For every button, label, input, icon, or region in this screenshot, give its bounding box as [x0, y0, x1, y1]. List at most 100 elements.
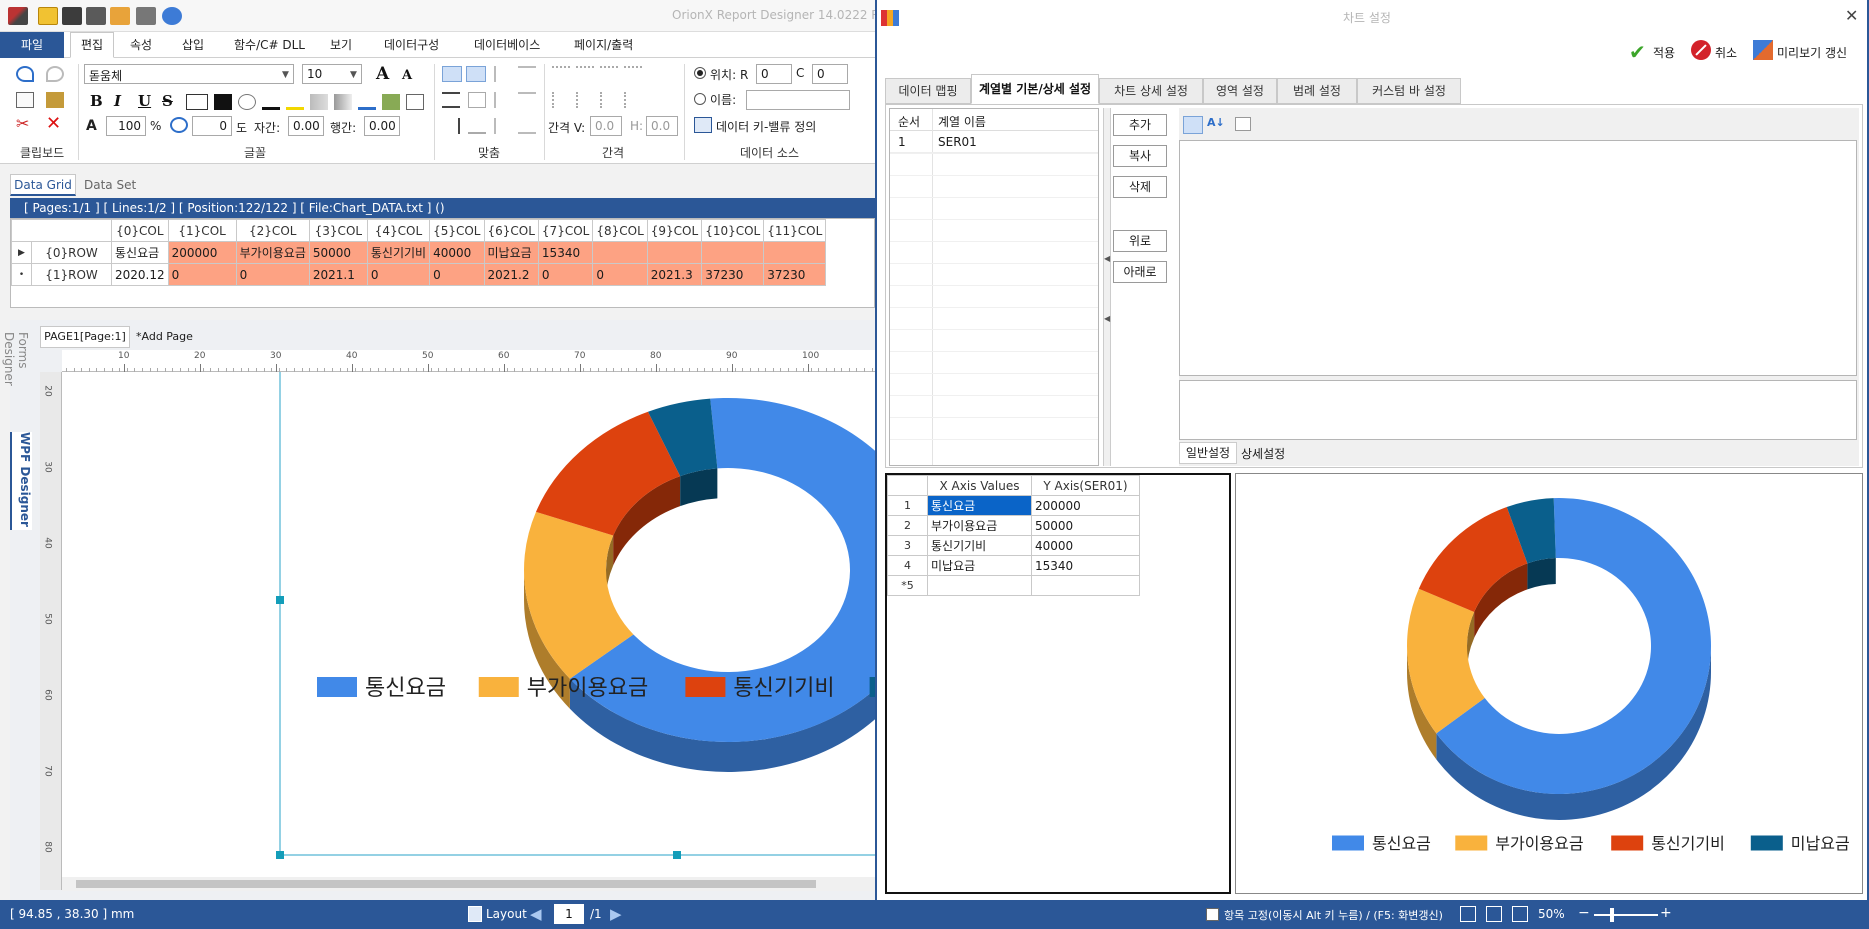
undo-icon[interactable]: [16, 66, 34, 82]
move-up-button[interactable]: 위로: [1113, 230, 1167, 252]
fit-page-icon[interactable]: [1460, 906, 1476, 922]
series-row[interactable]: 1 SER01: [890, 131, 1098, 153]
tab-legend-settings[interactable]: 범례 설정: [1277, 78, 1357, 104]
gap-h-input[interactable]: 0.0: [646, 116, 678, 136]
grid-cell[interactable]: 0: [235, 263, 310, 286]
page-input[interactable]: 1: [554, 904, 584, 924]
tab-detail[interactable]: 상세설정: [1241, 445, 1285, 462]
axis-row[interactable]: *5: [887, 575, 1140, 596]
column-header[interactable]: {8}COL: [592, 219, 648, 242]
splitter[interactable]: ◀ ◀: [1103, 108, 1111, 466]
grid-cell[interactable]: 37230: [701, 263, 765, 286]
grid-cell[interactable]: 2021.2: [483, 263, 539, 286]
align-left-icon[interactable]: [442, 66, 462, 82]
grid-cell[interactable]: 2021.1: [308, 263, 368, 286]
close-icon[interactable]: ✕: [1845, 6, 1858, 25]
x-value-cell[interactable]: 미납요금: [927, 555, 1032, 576]
column-header[interactable]: {6}COL: [483, 219, 539, 242]
sort-alpha-icon[interactable]: A↓: [1207, 116, 1225, 129]
y-value-cell[interactable]: [1031, 575, 1140, 596]
tab-view[interactable]: 보기: [330, 36, 352, 53]
spacing-icon[interactable]: [552, 92, 570, 108]
row-header[interactable]: {0}ROW: [31, 241, 112, 264]
zoom-slider[interactable]: [1594, 914, 1658, 916]
tab-edit[interactable]: 편집: [70, 32, 114, 58]
align-icon[interactable]: [494, 66, 512, 82]
copy-icon[interactable]: [16, 92, 34, 108]
paste-icon[interactable]: [46, 92, 64, 108]
property-grid[interactable]: [1179, 140, 1857, 376]
grid-cell[interactable]: 15340: [537, 241, 594, 264]
tab-data-mapping[interactable]: 데이터 맵핑: [885, 78, 971, 104]
tab-properties[interactable]: 속성: [130, 36, 152, 53]
tab-data-config[interactable]: 데이터구성: [384, 36, 439, 53]
y-value-cell[interactable]: 200000: [1031, 495, 1140, 516]
x-value-cell[interactable]: 부가이용요금: [927, 515, 1032, 536]
column-header[interactable]: {5}COL: [429, 219, 485, 242]
spacing-icon[interactable]: [576, 92, 594, 108]
refresh-icon[interactable]: [162, 7, 182, 25]
x-value-cell[interactable]: 통신기기비: [927, 535, 1032, 556]
open-folder-icon[interactable]: [38, 7, 58, 25]
outline-icon[interactable]: [238, 94, 256, 110]
grow-font-icon[interactable]: A: [376, 64, 389, 84]
italic-icon[interactable]: I: [114, 92, 121, 110]
grid-cell[interactable]: 통신요금: [111, 241, 169, 264]
highlight-icon[interactable]: [286, 94, 304, 110]
spacing-icon[interactable]: [600, 66, 618, 82]
save-all-icon[interactable]: [86, 7, 106, 25]
preview-refresh-button[interactable]: 미리보기 갱신: [1777, 44, 1847, 61]
copy-button[interactable]: 복사: [1113, 145, 1167, 167]
position-c-input[interactable]: 0: [812, 64, 848, 84]
tab-general[interactable]: 일반설정: [1179, 442, 1237, 464]
grid-cell[interactable]: 0: [537, 263, 594, 286]
fit-whole-icon[interactable]: [1512, 906, 1528, 922]
grid-cell[interactable]: 2021.3: [646, 263, 703, 286]
grid-cell[interactable]: 2020.12: [111, 263, 169, 286]
redo-icon[interactable]: [46, 66, 64, 82]
align-icon[interactable]: [518, 92, 536, 108]
grid-cell[interactable]: 0: [366, 263, 431, 286]
spacing-icon[interactable]: [600, 92, 618, 108]
grid-cell[interactable]: 0: [167, 263, 237, 286]
column-header[interactable]: {11}COL: [763, 219, 827, 242]
tab-page1[interactable]: PAGE1[Page:1]: [40, 326, 130, 348]
resize-handle[interactable]: [673, 851, 681, 859]
grid-cell[interactable]: 부가이용요금: [235, 241, 310, 264]
zoom-out-icon[interactable]: −: [1578, 905, 1590, 921]
column-header[interactable]: {9}COL: [646, 219, 703, 242]
x-value-cell[interactable]: [927, 575, 1032, 596]
name-input[interactable]: [746, 90, 850, 110]
bold-box-icon[interactable]: [214, 94, 232, 110]
save-icon[interactable]: [62, 7, 82, 25]
tab-series-settings[interactable]: 계열별 기본/상세 설정: [971, 74, 1099, 104]
position-radio[interactable]: [694, 67, 706, 79]
grid-cell[interactable]: 통신기기비: [366, 241, 431, 264]
collapse-left-icon[interactable]: ◀: [1104, 254, 1110, 263]
grid-cell[interactable]: [592, 241, 648, 264]
resize-handle[interactable]: [276, 851, 284, 859]
position-r-input[interactable]: 0: [756, 64, 792, 84]
spacing-icon[interactable]: [624, 92, 642, 108]
grid-cell[interactable]: [646, 241, 703, 264]
axis-row[interactable]: 1 통신요금 200000: [887, 495, 1140, 516]
tab-functions[interactable]: 함수/C# DLL: [234, 36, 305, 53]
grid-cell[interactable]: 0: [429, 263, 485, 286]
mirror-icon[interactable]: [310, 94, 328, 110]
font-color-icon[interactable]: [262, 94, 280, 110]
axis-column-header[interactable]: Y Axis(SER01): [1031, 475, 1140, 496]
align-middle-icon[interactable]: [468, 92, 486, 108]
y-value-cell[interactable]: 15340: [1031, 555, 1140, 576]
export-icon[interactable]: [110, 7, 130, 25]
row-header[interactable]: {1}ROW: [31, 263, 112, 286]
fit-width-icon[interactable]: [1486, 906, 1502, 922]
x-value-cell[interactable]: 통신요금: [927, 495, 1032, 516]
align-icon[interactable]: [494, 118, 512, 134]
key-value-button[interactable]: 데이터 키-밸류 정의: [716, 118, 816, 135]
column-header[interactable]: {1}COL: [167, 219, 237, 242]
tab-chart-detail[interactable]: 차트 상세 설정: [1099, 78, 1203, 104]
pin-checkbox[interactable]: [1206, 908, 1219, 921]
axis-row[interactable]: 4 미납요금 15340: [887, 555, 1140, 576]
axis-row[interactable]: 3 통신기기비 40000: [887, 535, 1140, 556]
align-top-icon[interactable]: [466, 66, 486, 82]
